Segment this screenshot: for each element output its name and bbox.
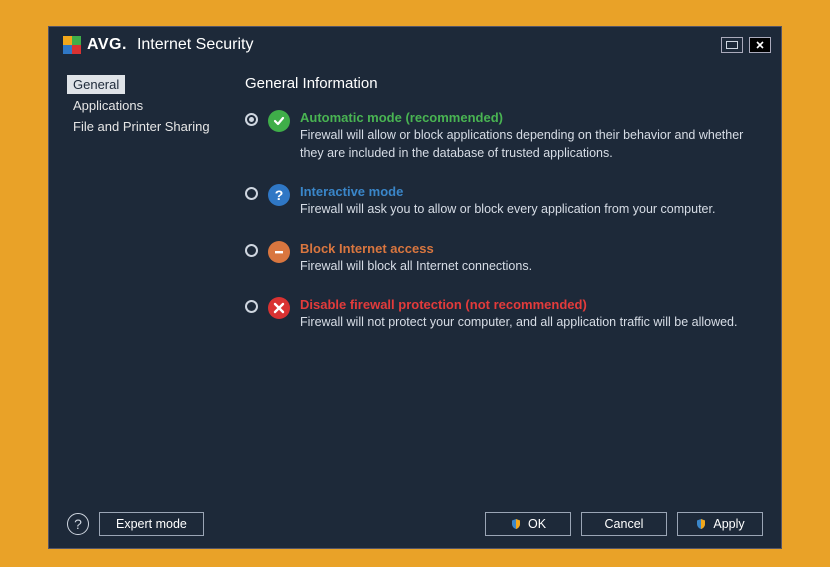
option-desc: Firewall will not protect your computer,… [300, 314, 763, 332]
main-panel: General Information Automatic mode (reco… [237, 75, 763, 500]
option-text: Automatic mode (recommended) Firewall wi… [300, 110, 763, 162]
maximize-button[interactable] [721, 37, 743, 53]
button-label: Apply [713, 517, 744, 531]
option-desc: Firewall will allow or block application… [300, 127, 763, 162]
sidebar-item-file-printer-sharing[interactable]: File and Printer Sharing [67, 117, 237, 136]
option-text: Disable firewall protection (not recomme… [300, 297, 763, 332]
radio-interactive[interactable] [245, 187, 258, 200]
radio-block[interactable] [245, 244, 258, 257]
option-disable[interactable]: Disable firewall protection (not recomme… [245, 297, 763, 332]
sidebar-item-general[interactable]: General [67, 75, 125, 94]
cancel-button[interactable]: Cancel [581, 512, 667, 536]
sidebar-item-label: File and Printer Sharing [73, 119, 210, 134]
cross-icon [268, 297, 290, 319]
check-icon [268, 110, 290, 132]
option-desc: Firewall will block all Internet connect… [300, 258, 763, 276]
shield-icon [695, 518, 707, 530]
apply-button[interactable]: Apply [677, 512, 763, 536]
app-logo: AVG. Internet Security [63, 36, 253, 54]
option-title: Block Internet access [300, 241, 763, 256]
logo-text-thin: Internet Security [137, 36, 254, 54]
question-icon: ? [268, 184, 290, 206]
option-title: Automatic mode (recommended) [300, 110, 763, 125]
minus-icon [268, 241, 290, 263]
sidebar-item-label: Applications [73, 98, 143, 113]
option-block[interactable]: Block Internet access Firewall will bloc… [245, 241, 763, 276]
shield-icon [510, 518, 522, 530]
close-button[interactable] [749, 37, 771, 53]
sidebar-item-label: General [73, 77, 119, 92]
expert-mode-button[interactable]: Expert mode [99, 512, 204, 536]
option-title: Disable firewall protection (not recomme… [300, 297, 763, 312]
footer-right: OK Cancel Apply [485, 512, 763, 536]
sidebar-item-applications[interactable]: Applications [67, 96, 237, 115]
window-body: General Applications File and Printer Sh… [49, 63, 781, 500]
button-label: Expert mode [116, 517, 187, 531]
option-interactive[interactable]: ? Interactive mode Firewall will ask you… [245, 184, 763, 219]
footer: ? Expert mode OK Cancel Apply [49, 500, 781, 548]
titlebar-controls [721, 37, 771, 53]
settings-window: AVG. Internet Security General Applicati… [48, 26, 782, 549]
avg-logo-icon [63, 36, 81, 54]
logo-text-bold: AVG. [87, 36, 127, 54]
option-title: Interactive mode [300, 184, 763, 199]
help-icon[interactable]: ? [67, 513, 89, 535]
sidebar: General Applications File and Printer Sh… [67, 75, 237, 500]
ok-button[interactable]: OK [485, 512, 571, 536]
page-title: General Information [245, 75, 763, 92]
radio-automatic[interactable] [245, 113, 258, 126]
button-label: OK [528, 517, 546, 531]
button-label: Cancel [605, 517, 644, 531]
option-automatic[interactable]: Automatic mode (recommended) Firewall wi… [245, 110, 763, 162]
titlebar: AVG. Internet Security [49, 27, 781, 63]
option-text: Block Internet access Firewall will bloc… [300, 241, 763, 276]
option-desc: Firewall will ask you to allow or block … [300, 201, 763, 219]
radio-disable[interactable] [245, 300, 258, 313]
option-text: Interactive mode Firewall will ask you t… [300, 184, 763, 219]
